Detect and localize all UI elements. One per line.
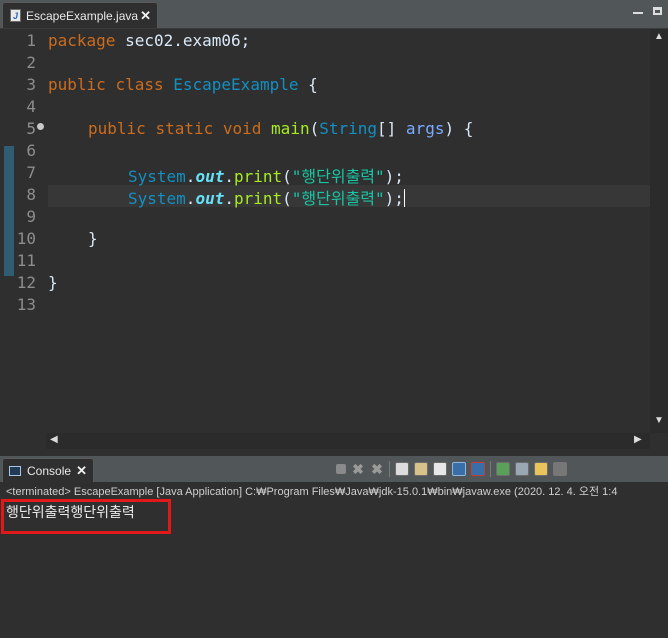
line-number: 7	[26, 163, 36, 182]
code-editor: J EscapeExample.java ✕ 1 2 3 4 5 6 7 8 9…	[0, 0, 668, 452]
code-line-7: System.out.print("행단위출력");	[128, 167, 404, 186]
text-cursor	[403, 189, 405, 207]
minimize-icon[interactable]	[553, 462, 567, 476]
minimize-icon[interactable]	[633, 12, 643, 14]
line-number: 6	[26, 141, 36, 160]
vertical-scrollbar[interactable]: ▲ ▼	[650, 29, 668, 433]
scroll-up-icon[interactable]: ▲	[654, 31, 664, 42]
code-line-1: package sec02.exam06;	[48, 31, 251, 50]
tab-console[interactable]: Console ✕	[2, 458, 94, 482]
code-line-3: public class EscapeExample {	[48, 75, 318, 94]
line-number: 9	[26, 207, 36, 226]
maximize-icon[interactable]	[653, 7, 662, 15]
line-number: 11	[16, 251, 36, 270]
line-number: 2	[26, 53, 36, 72]
close-icon[interactable]: ✕	[76, 463, 87, 479]
highlight-box	[1, 499, 171, 534]
console-view: Console ✕ ✖ ✖ <terminated> EscapeExample…	[0, 456, 668, 638]
pin-console-icon[interactable]	[496, 462, 510, 476]
tab-escape-example[interactable]: J EscapeExample.java ✕	[2, 2, 158, 28]
code-area[interactable]: package sec02.exam06; public class Escap…	[48, 29, 650, 433]
line-number: 5	[26, 119, 36, 138]
scroll-left-icon[interactable]: ◀	[50, 434, 58, 445]
show-stdout-icon[interactable]	[452, 462, 466, 476]
display-console-icon[interactable]	[515, 462, 529, 476]
remove-all-icon[interactable]: ✖	[370, 462, 384, 476]
console-process-info: <terminated> EscapeExample [Java Applica…	[6, 486, 618, 498]
code-line-8: System.out.print("행단위출력");	[128, 189, 405, 208]
java-file-icon: J	[10, 9, 21, 22]
fold-collapse-icon[interactable]	[37, 123, 44, 130]
toolbar-separator	[389, 461, 390, 477]
line-number: 10	[16, 229, 36, 248]
console-tab-bar: Console ✕ ✖ ✖	[0, 456, 668, 482]
scroll-down-icon[interactable]: ▼	[654, 415, 664, 426]
code-line-12: }	[48, 273, 58, 292]
close-icon[interactable]: ✕	[140, 8, 151, 24]
line-number: 3	[26, 75, 36, 94]
line-number: 4	[26, 97, 36, 116]
terminate-icon[interactable]	[336, 464, 346, 474]
editor-tab-bar: J EscapeExample.java ✕	[0, 0, 668, 29]
console-toolbar: ✖ ✖	[336, 460, 567, 478]
line-number-gutter: 1 2 3 4 5 6 7 8 9 10 11 12 13	[0, 29, 46, 433]
line-number: 1	[26, 31, 36, 50]
code-line-10: }	[88, 229, 98, 248]
console-tab-label: Console	[27, 463, 72, 478]
show-stderr-icon[interactable]	[471, 462, 485, 476]
line-number: 12	[16, 273, 36, 292]
word-wrap-icon[interactable]	[433, 462, 447, 476]
toolbar-separator	[490, 461, 491, 477]
remove-launch-icon[interactable]: ✖	[351, 462, 365, 476]
tab-label: EscapeExample.java	[26, 8, 139, 23]
scroll-lock-icon[interactable]	[414, 462, 428, 476]
code-line-5: public static void main(String[] args) {	[88, 119, 474, 138]
scroll-right-icon[interactable]: ▶	[634, 434, 642, 445]
line-number: 13	[16, 295, 36, 314]
window-controls	[633, 4, 662, 15]
console-icon	[9, 465, 21, 476]
open-console-icon[interactable]	[534, 462, 548, 476]
horizontal-scrollbar[interactable]: ◀ ▶	[46, 433, 650, 449]
line-number: 8	[26, 185, 36, 204]
clear-console-icon[interactable]	[395, 462, 409, 476]
